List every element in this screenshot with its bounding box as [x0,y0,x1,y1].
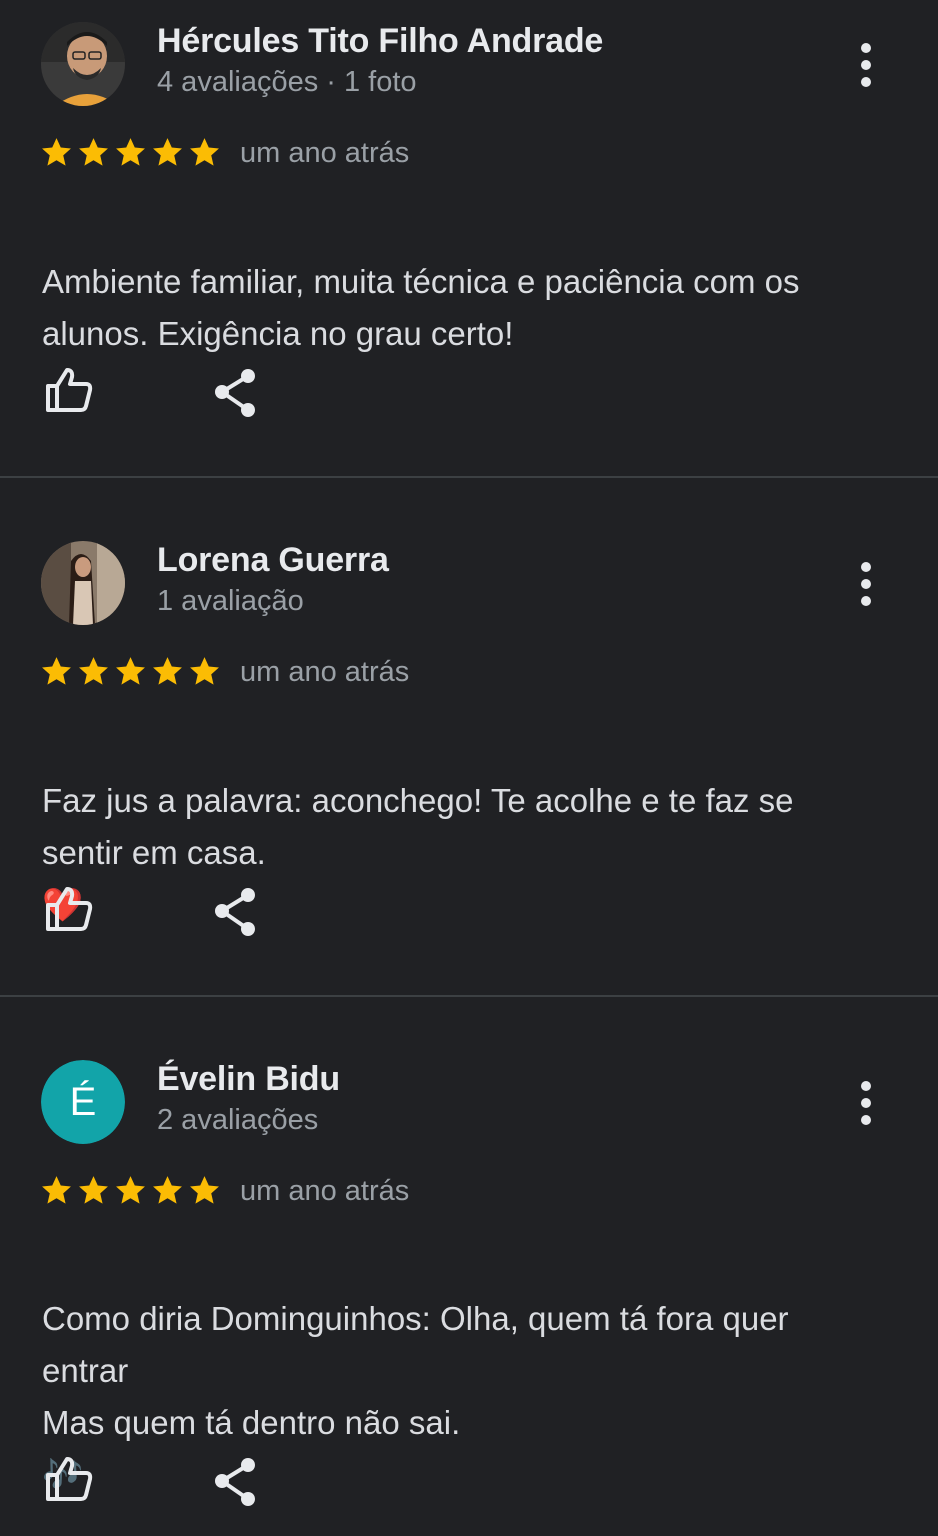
avatar[interactable] [41,22,125,106]
review-text-content: Faz jus a palavra: aconchego! Te acolhe … [42,782,794,871]
star-icon [190,138,219,166]
review-card: Lorena Guerra 1 avaliação um ano atrás F… [0,520,938,996]
review-text: Como diria Dominguinhos: Olha, quem tá f… [42,1241,912,1501]
star-rating [40,655,221,688]
share-icon[interactable] [208,1455,264,1511]
divider [0,476,938,478]
review-card: É Évelin Bidu 2 avaliações um ano atrás … [0,1039,938,1536]
avatar[interactable]: É [41,1060,125,1144]
review-text: Ambiente familiar, muita técnica e paciê… [42,204,912,360]
divider [0,995,938,997]
star-icon [79,657,108,685]
review-text-content: Ambiente familiar, muita técnica e paciê… [42,263,800,352]
star-icon [153,138,182,166]
star-rating [40,136,221,169]
star-icon [42,657,71,685]
avatar-letter: É [41,1060,125,1144]
avatar[interactable] [41,541,125,625]
reviewer-meta: 2 avaliações [157,1104,319,1136]
review-card: Hércules Tito Filho Andrade 4 avaliações… [0,0,938,478]
star-icon [190,1176,219,1204]
star-icon [79,1176,108,1204]
star-icon [42,138,71,166]
review-time: um ano atrás [240,656,410,688]
review-text-content: Como diria Dominguinhos: Olha, quem tá f… [42,1300,789,1441]
reviewer-name[interactable]: Évelin Bidu [157,1060,340,1099]
reviewer-name[interactable]: Hércules Tito Filho Andrade [157,22,603,61]
star-icon [79,138,108,166]
share-icon[interactable] [208,885,264,941]
more-vert-icon[interactable] [846,36,886,96]
share-icon[interactable] [208,366,264,422]
more-vert-icon[interactable] [846,1074,886,1134]
star-icon [42,1176,71,1204]
star-rating [40,1174,221,1207]
star-icon [153,1176,182,1204]
review-time: um ano atrás [240,1175,410,1207]
thumbs-up-icon[interactable] [40,362,96,418]
reviewer-meta: 4 avaliações · 1 foto [157,66,417,98]
thumbs-up-icon[interactable] [40,881,96,937]
more-vert-icon[interactable] [846,555,886,615]
star-icon [116,1176,145,1204]
star-icon [190,657,219,685]
star-icon [116,657,145,685]
reviewer-meta: 1 avaliação [157,585,304,617]
star-icon [116,138,145,166]
star-icon [153,657,182,685]
reviewer-name[interactable]: Lorena Guerra [157,541,389,580]
review-text: Faz jus a palavra: aconchego! Te acolhe … [42,723,912,931]
review-time: um ano atrás [240,137,410,169]
thumbs-up-icon[interactable] [40,1451,96,1507]
